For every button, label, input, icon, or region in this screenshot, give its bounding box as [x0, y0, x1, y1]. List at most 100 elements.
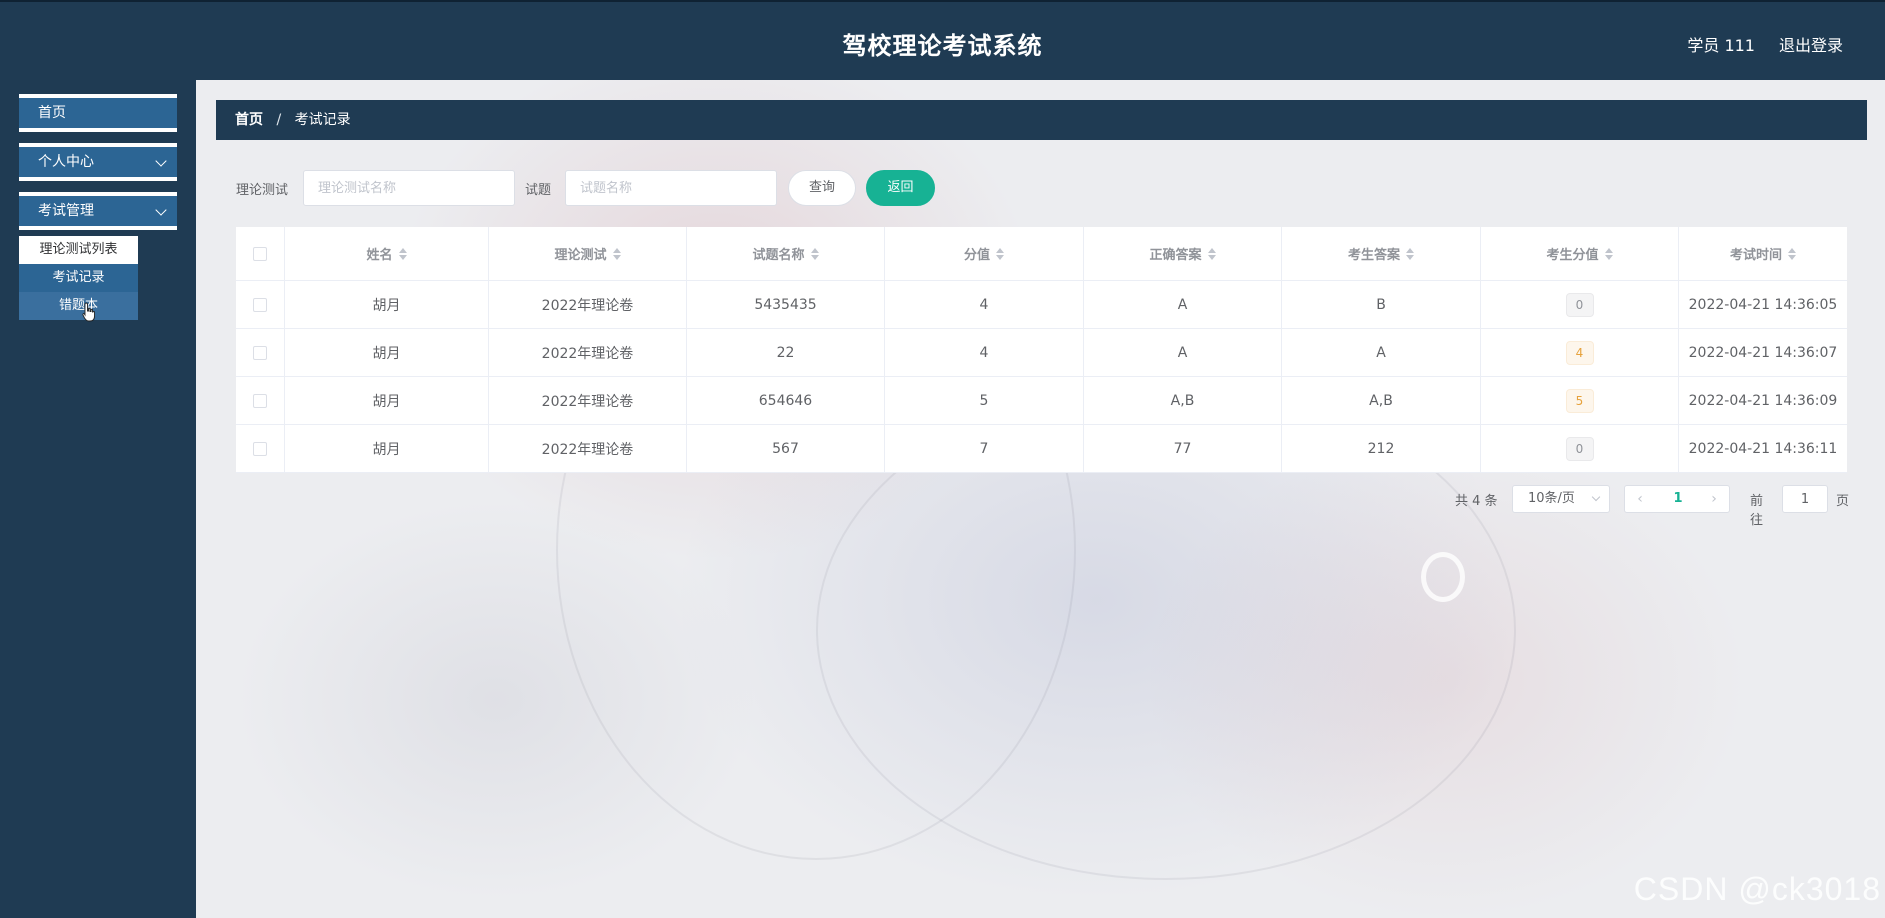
records-table: 姓名 理论测试 试题名称 分值 正确答案 考生答案 考生分值 考试时间 胡月 2… — [236, 227, 1847, 473]
sort-caret-icon[interactable] — [1207, 247, 1216, 260]
score-tag: 0 — [1565, 292, 1594, 317]
submenu-item-wrong-book[interactable]: 错题本 — [19, 292, 138, 320]
chevron-down-icon — [155, 155, 167, 167]
back-button[interactable]: 返回 — [866, 170, 935, 206]
cell-student-score: 4 — [1481, 329, 1679, 376]
sort-caret-icon[interactable] — [398, 247, 407, 260]
chevron-right-icon[interactable]: › — [1701, 486, 1727, 512]
chevron-down-icon — [1591, 492, 1601, 502]
page-number[interactable]: 1 — [1663, 486, 1693, 512]
cell-score: 4 — [885, 329, 1084, 376]
sort-caret-icon[interactable] — [1788, 247, 1796, 260]
hand-cursor-icon — [82, 302, 95, 322]
breadcrumb-separator: / — [276, 112, 282, 128]
sidebar-item-personal-center[interactable]: 个人中心 — [19, 143, 177, 181]
score-tag: 0 — [1565, 436, 1594, 461]
table-row: 胡月 2022年理论卷 5435435 4 A B 0 2022-04-21 1… — [236, 281, 1847, 329]
page-unit-label: 页 — [1836, 494, 1850, 509]
cell-student-score: 5 — [1481, 377, 1679, 424]
column-header[interactable]: 理论测试 — [489, 227, 687, 280]
cell-name: 胡月 — [285, 281, 489, 328]
sort-caret-icon[interactable] — [810, 247, 819, 260]
column-header[interactable]: 考生分值 — [1481, 227, 1679, 280]
test-name-input[interactable] — [303, 170, 515, 206]
table-row: 胡月 2022年理论卷 654646 5 A,B A,B 5 2022-04-2… — [236, 377, 1847, 425]
cell-question: 5435435 — [687, 281, 885, 328]
submenu-item-exam-records[interactable]: 考试记录 — [19, 264, 138, 292]
cell-test: 2022年理论卷 — [489, 281, 687, 328]
table-row: 胡月 2022年理论卷 567 7 77 212 0 2022-04-21 14… — [236, 425, 1847, 473]
row-checkbox[interactable] — [253, 441, 267, 456]
cell-correct-answer: A,B — [1084, 377, 1282, 424]
cell-name: 胡月 — [285, 425, 489, 472]
breadcrumb-current: 考试记录 — [294, 112, 351, 128]
table-header-row: 姓名 理论测试 试题名称 分值 正确答案 考生答案 考生分值 考试时间 — [236, 227, 1847, 281]
cell-exam-time: 2022-04-21 14:36:07 — [1688, 344, 1838, 361]
background-art — [1421, 552, 1465, 602]
sort-caret-icon[interactable] — [1604, 247, 1613, 260]
row-checkbox[interactable] — [253, 297, 267, 312]
sort-caret-icon[interactable] — [612, 247, 621, 260]
sort-caret-icon[interactable] — [1406, 247, 1414, 260]
cell-student-answer: B — [1282, 281, 1481, 328]
chevron-left-icon[interactable]: ‹ — [1627, 486, 1653, 512]
sidebar-item-exam-management[interactable]: 考试管理 — [19, 192, 177, 230]
score-tag: 4 — [1565, 340, 1594, 365]
cell-test: 2022年理论卷 — [489, 377, 687, 424]
column-header[interactable]: 正确答案 — [1084, 227, 1282, 280]
goto-page-input[interactable] — [1782, 485, 1828, 513]
column-header[interactable]: 考生答案 — [1282, 227, 1481, 280]
watermark: CSDN @ck3018 — [1633, 871, 1881, 907]
column-header[interactable]: 姓名 — [285, 227, 489, 280]
pagination-total: 共 4 条 — [1455, 494, 1498, 509]
chevron-down-icon — [155, 204, 167, 216]
header-checkbox-cell — [236, 227, 285, 280]
row-checkbox[interactable] — [253, 393, 267, 408]
cell-student-answer: A — [1282, 329, 1481, 376]
query-button[interactable]: 查询 — [788, 170, 856, 206]
pager-nav: ‹ 1 › — [1624, 485, 1730, 513]
column-header[interactable]: 试题名称 — [687, 227, 885, 280]
cell-test: 2022年理论卷 — [489, 425, 687, 472]
cell-test: 2022年理论卷 — [489, 329, 687, 376]
question-name-label: 试题 — [525, 183, 552, 198]
sidebar-item-home[interactable]: 首页 — [19, 94, 177, 132]
current-user: 学员 111 — [1687, 36, 1755, 55]
cell-exam-time: 2022-04-21 14:36:09 — [1688, 392, 1838, 409]
column-header[interactable]: 分值 — [885, 227, 1084, 280]
breadcrumb-home[interactable]: 首页 — [235, 112, 263, 128]
cell-student-answer: A,B — [1282, 377, 1481, 424]
page-size-select[interactable]: 10条/页 — [1512, 485, 1610, 513]
question-name-input[interactable] — [565, 170, 777, 206]
cell-student-score: 0 — [1481, 425, 1679, 472]
select-all-checkbox[interactable] — [253, 246, 267, 261]
cell-student-answer: 212 — [1282, 425, 1481, 472]
cell-question: 567 — [687, 425, 885, 472]
score-tag: 5 — [1565, 388, 1594, 413]
cell-score: 5 — [885, 377, 1084, 424]
main-content: 首页 / 考试记录 理论测试 试题 查询 返回 姓名 理论测试 试题名称 分值 … — [196, 80, 1885, 918]
cell-exam-time: 2022-04-21 14:36:11 — [1688, 440, 1838, 457]
cell-score: 4 — [885, 281, 1084, 328]
table-row: 胡月 2022年理论卷 22 4 A A 4 2022-04-21 14:36:… — [236, 329, 1847, 377]
sort-caret-icon[interactable] — [996, 247, 1004, 260]
app-title: 驾校理论考试系统 — [842, 32, 1043, 60]
cell-correct-answer: A — [1084, 281, 1282, 328]
cell-correct-answer: A — [1084, 329, 1282, 376]
goto-label: 前往 — [1750, 494, 1764, 528]
test-name-label: 理论测试 — [236, 183, 289, 198]
cell-name: 胡月 — [285, 377, 489, 424]
cell-score: 7 — [885, 425, 1084, 472]
cell-student-score: 0 — [1481, 281, 1679, 328]
logout-link[interactable]: 退出登录 — [1779, 32, 1843, 56]
submenu-item-test-list[interactable]: 理论测试列表 — [19, 236, 138, 264]
column-header[interactable]: 考试时间 — [1679, 227, 1847, 280]
cell-question: 22 — [687, 329, 885, 376]
row-checkbox[interactable] — [253, 345, 267, 360]
cell-name: 胡月 — [285, 329, 489, 376]
cell-question: 654646 — [687, 377, 885, 424]
sidebar-item-label: 考试管理 — [38, 203, 94, 219]
sidebar-item-label: 个人中心 — [38, 154, 94, 170]
cell-exam-time: 2022-04-21 14:36:05 — [1688, 296, 1838, 313]
search-bar: 理论测试 试题 查询 返回 — [196, 170, 1885, 206]
